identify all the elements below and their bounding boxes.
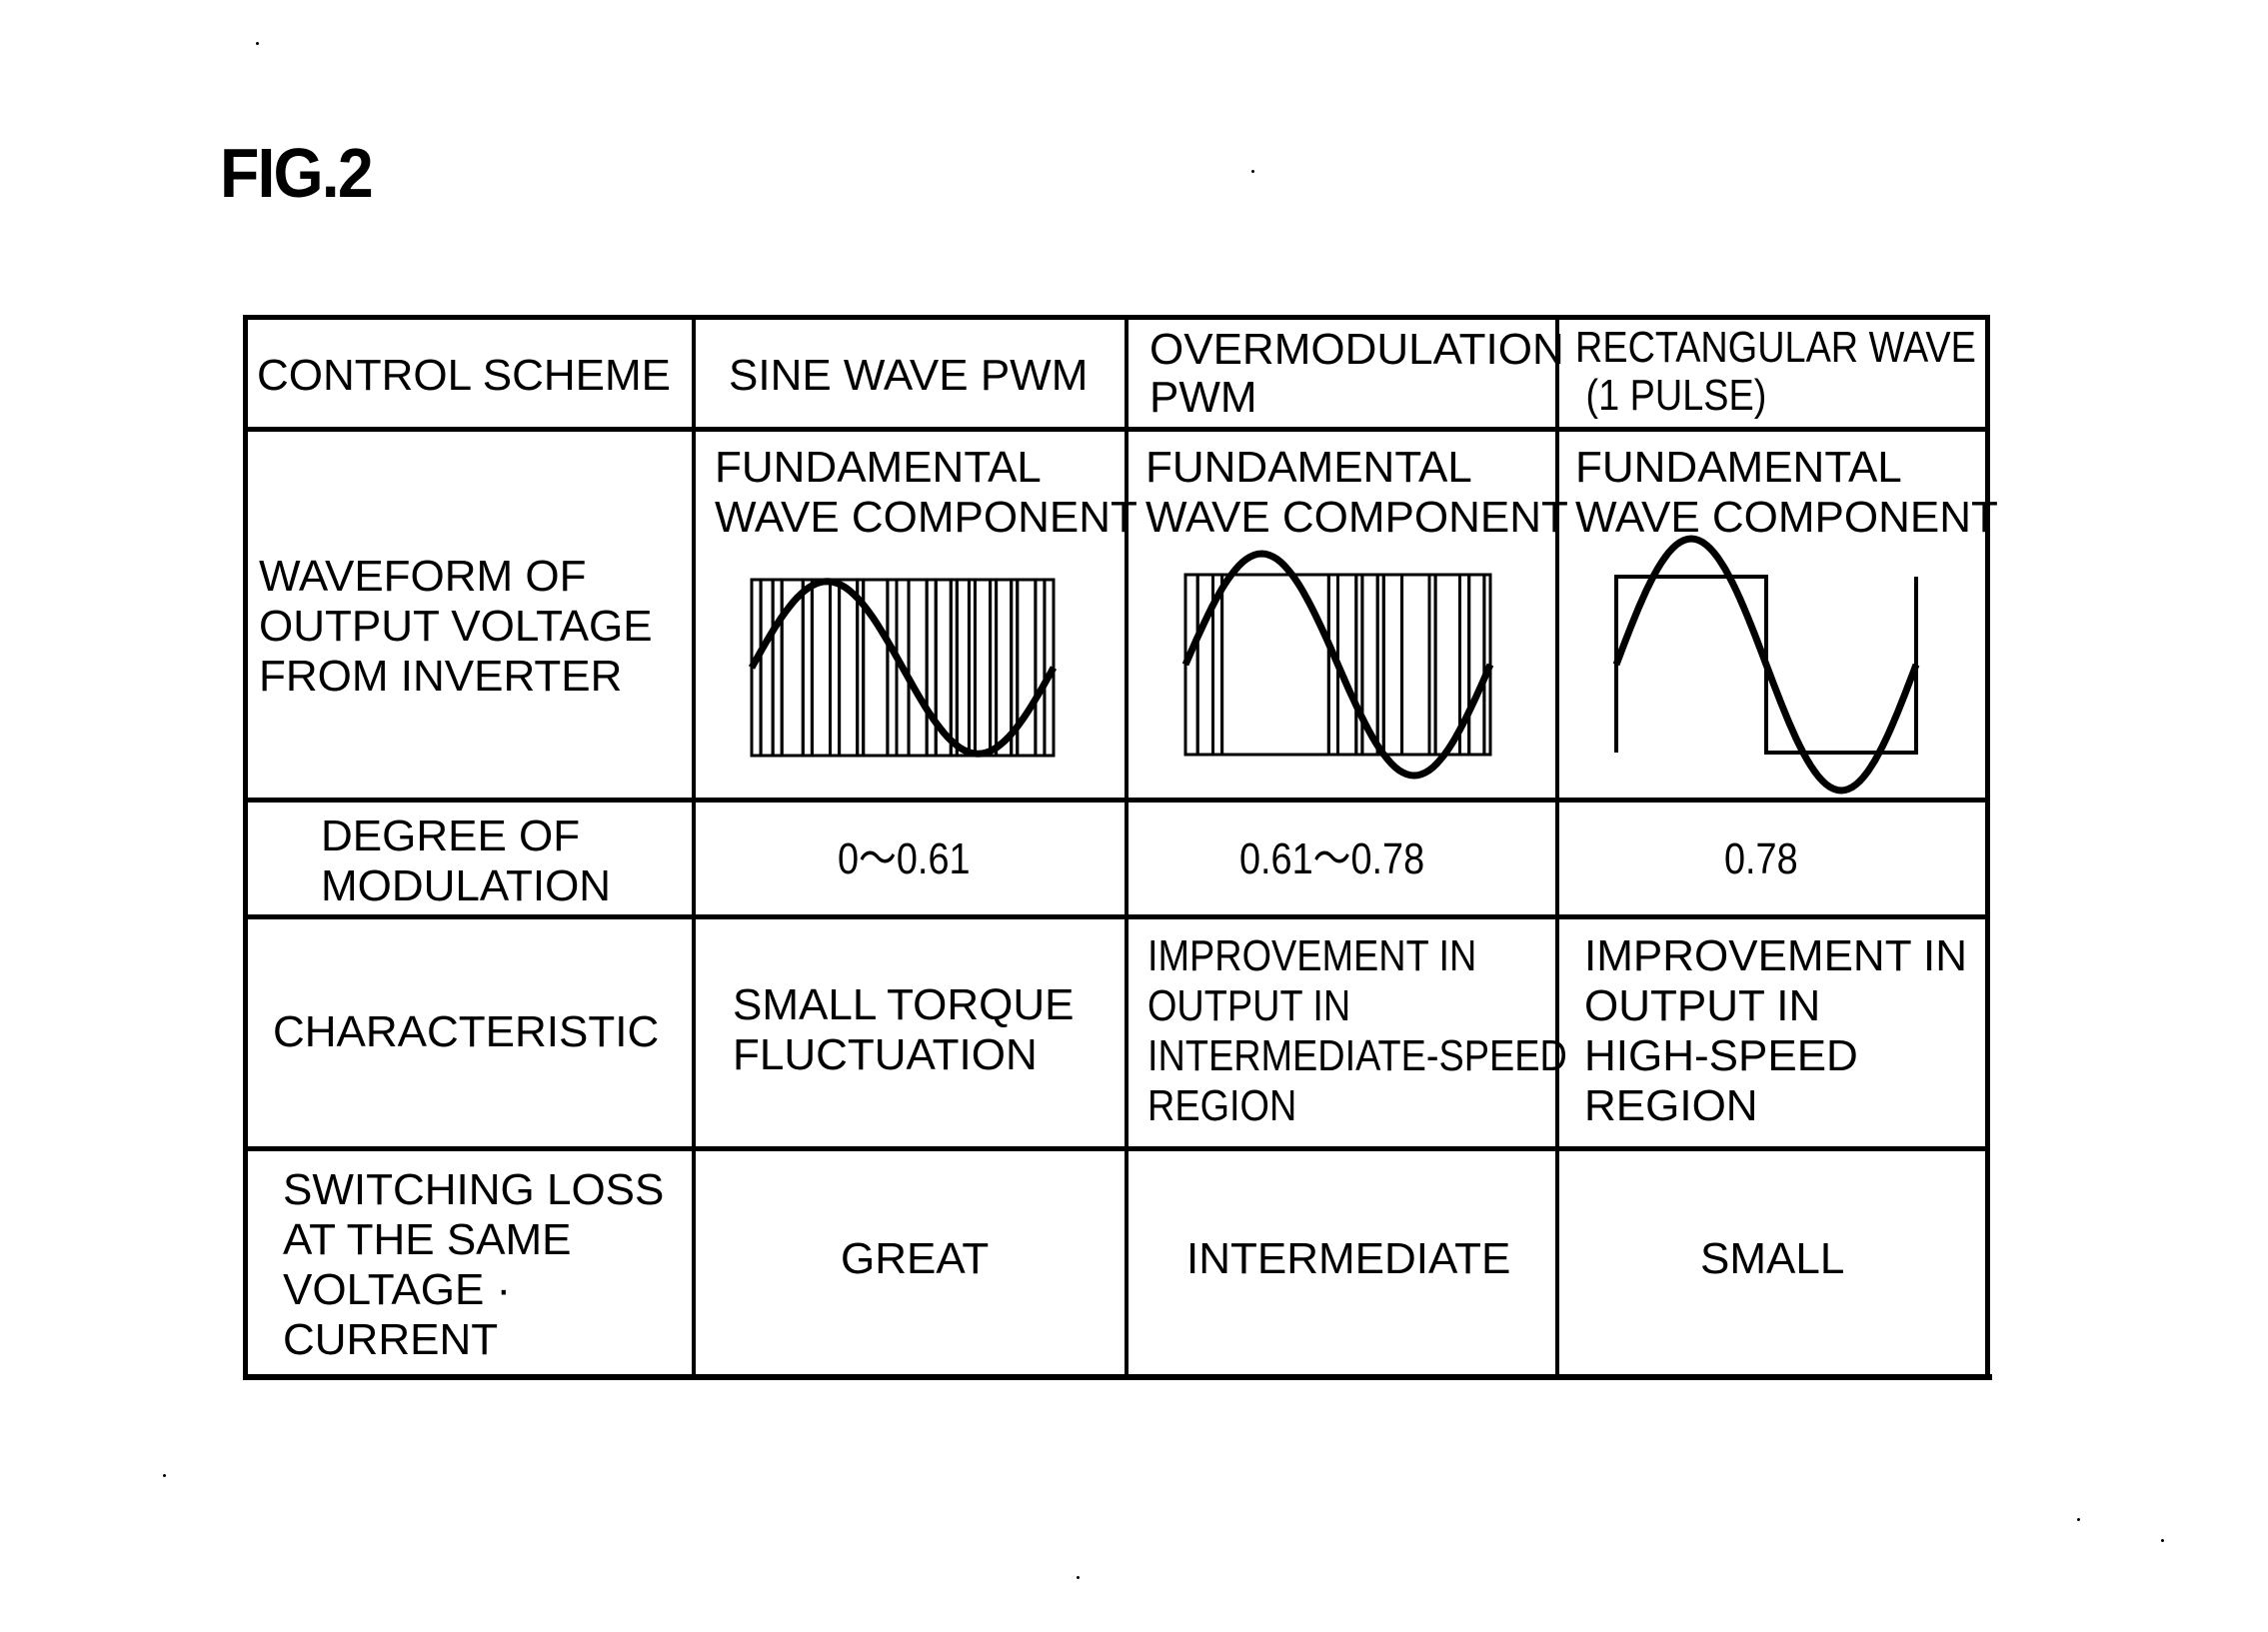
scheme-rectangular-wave-line1: RECTANGULAR WAVE [1575, 323, 1976, 372]
row-header-switching-loss-line3: VOLTAGE · [283, 1265, 512, 1314]
row-header-waveform-line2: OUTPUT VOLTAGE [259, 602, 653, 651]
fundamental-wave-sine [748, 578, 1058, 758]
scan-speck [2161, 1539, 2164, 1542]
pwm-pulse [974, 578, 993, 758]
pwm-pulse [1400, 573, 1431, 757]
row-header-waveform-line1: WAVEFORM OF [259, 552, 587, 601]
characteristic-sine-pwm-line1: SMALL TORQUE [733, 980, 1075, 1029]
scan-speck [256, 42, 259, 45]
scheme-sine-wave-pwm: SINE WAVE PWM [729, 351, 1089, 400]
characteristic-overmodulation-line3: INTERMEDIATE-SPEED [1147, 1031, 1567, 1080]
characteristic-rectangular-line4: REGION [1584, 1081, 1758, 1130]
pwm-pulse [838, 578, 860, 758]
row-header-degree-line2: MODULATION [321, 861, 612, 910]
table-border-bottom [243, 1374, 1992, 1380]
switching-loss-rectangular: SMALL [1700, 1234, 1845, 1283]
row-header-waveform-line3: FROM INVERTER [259, 652, 623, 701]
characteristic-sine-pwm-line2: FLUCTUATION [733, 1030, 1038, 1079]
pwm-pulse [1467, 573, 1486, 757]
pwm-pulse [995, 578, 1014, 758]
sine-wave-pwm-waveform-diagram [748, 578, 1058, 758]
scheme-overmodulation-pwm-line2: PWM [1149, 373, 1257, 422]
pwm-pulse [1220, 573, 1330, 757]
row-header-switching-loss-line1: SWITCHING LOSS [283, 1165, 665, 1214]
characteristic-overmodulation-line2: OUTPUT IN [1147, 981, 1351, 1030]
column-divider [1555, 315, 1559, 1380]
pwm-pulse [1195, 573, 1215, 757]
table-border-right [1985, 315, 1990, 1380]
row-divider [243, 427, 1989, 432]
waveform-caption-line1: FUNDAMENTAL [1575, 443, 1902, 492]
row-header-switching-loss-line2: AT THE SAME [283, 1215, 572, 1264]
waveform-caption-line2: WAVE COMPONENT [715, 493, 1137, 542]
row-divider [243, 798, 1989, 803]
row-header-control-scheme: CONTROL SCHEME [257, 351, 671, 400]
switching-loss-sine-pwm: GREAT [841, 1234, 990, 1283]
characteristic-rectangular-line2: OUTPUT IN [1584, 981, 1821, 1030]
characteristic-overmodulation-line1: IMPROVEMENT IN [1147, 931, 1477, 980]
characteristic-rectangular-line1: IMPROVEMENT IN [1584, 931, 1968, 980]
table-border-top [243, 315, 1989, 320]
scan-speck [2077, 1518, 2080, 1521]
waveform-caption-line1: FUNDAMENTAL [1145, 443, 1472, 492]
table-border-left [243, 315, 248, 1380]
scan-speck [1077, 1576, 1080, 1579]
control-scheme-comparison-table: CONTROL SCHEME SINE WAVE PWM OVERMODULAT… [243, 315, 1998, 1380]
row-divider [243, 1146, 1989, 1151]
row-header-switching-loss-line4: CURRENT [283, 1315, 499, 1364]
characteristic-overmodulation-line4: REGION [1147, 1081, 1297, 1130]
switching-loss-overmodulation: INTERMEDIATE [1186, 1234, 1511, 1283]
row-header-degree-line1: DEGREE OF [321, 812, 581, 860]
degree-of-modulation-rectangular: 0.78 [1724, 834, 1798, 883]
pwm-pulse [955, 578, 971, 758]
pwm-pulse [907, 578, 929, 758]
pwm-pulse [759, 578, 775, 758]
scan-speck [1251, 170, 1254, 173]
scan-speck [163, 1474, 166, 1477]
pwm-pulse [1016, 578, 1038, 758]
characteristic-rectangular-line3: HIGH-SPEED [1584, 1031, 1858, 1080]
column-divider [692, 315, 696, 1380]
degree-of-modulation-overmodulation: 0.61～0.78 [1239, 834, 1425, 883]
degree-of-modulation-sine-pwm: 0～0.61 [838, 834, 971, 883]
column-divider [1125, 315, 1129, 1380]
figure-label: FIG.2 [220, 134, 374, 212]
scheme-rectangular-wave-line2: (1 PULSE) [1575, 371, 1767, 420]
pwm-pulse [810, 578, 833, 758]
pwm-pulse [1433, 573, 1462, 757]
scheme-overmodulation-pwm-line1: OVERMODULATION [1149, 325, 1564, 374]
pwm-pulse [1381, 573, 1404, 757]
row-divider [243, 914, 1989, 919]
waveform-caption-line1: FUNDAMENTAL [715, 443, 1042, 492]
rectangular-wave-waveform-diagram [1612, 535, 1920, 795]
row-header-characteristic: CHARACTERISTIC [273, 1007, 660, 1056]
overmodulation-pwm-waveform-diagram [1181, 550, 1494, 780]
